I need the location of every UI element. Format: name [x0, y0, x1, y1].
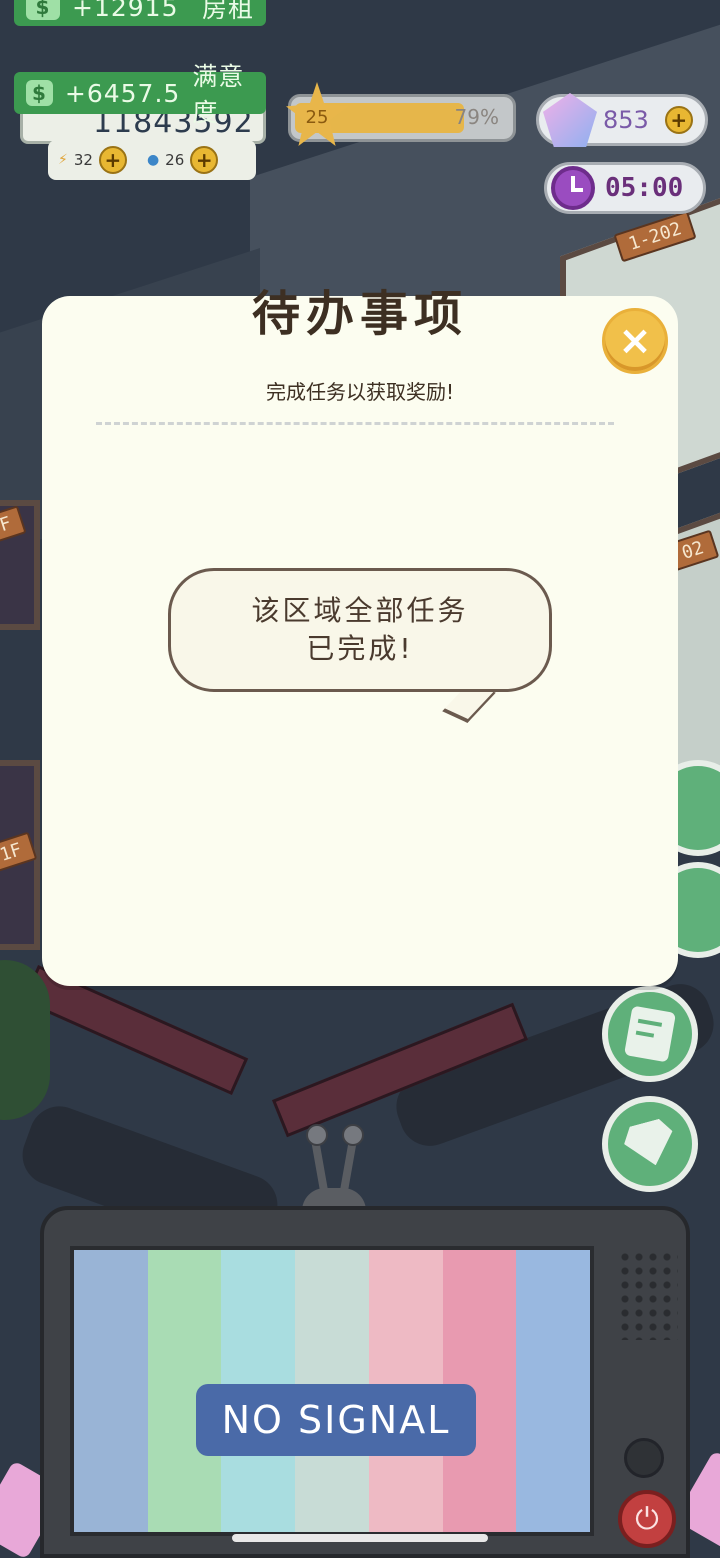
bubble-text-line1: 该区域全部任务 [251, 594, 469, 627]
antenna-tip [342, 1124, 364, 1146]
tv-color-stripe [516, 1250, 590, 1532]
add-gems-button[interactable]: + [664, 106, 693, 134]
close-button[interactable]: × [602, 308, 668, 374]
tv-speaker-grille [618, 1250, 678, 1340]
money-icon: $ [26, 0, 60, 20]
timer-panel[interactable]: 05:00 [544, 162, 706, 214]
energy-icon: ⚡ [58, 152, 68, 168]
rent-income-chip: $ +12915 房租 [14, 0, 266, 26]
clock-icon [551, 166, 595, 210]
gem-panel: 853 + [536, 93, 708, 147]
tv-color-stripe [74, 1250, 148, 1532]
diamond-icon [620, 1116, 680, 1171]
power-icon[interactable]: ⏻ [618, 1490, 676, 1548]
tree [0, 960, 50, 1120]
gem-value: 853 [603, 106, 649, 134]
resource-row: ⚡ 32 + ● 26 + [48, 140, 256, 180]
satisfaction-income-chip: $ +6457.5 满意度 [14, 62, 266, 127]
todo-modal: 待办事项 × 完成任务以获取奖励! 该区域全部任务 已完成! [42, 286, 678, 986]
rent-value: +12915 [72, 0, 179, 22]
energy-value: 32 [73, 151, 93, 169]
modal-subtitle: 完成任务以获取奖励! [265, 380, 455, 404]
modal-title: 待办事项 [251, 286, 468, 342]
water-value: 26 [165, 151, 185, 169]
add-energy-button[interactable]: + [98, 146, 127, 174]
no-signal-label: NO SIGNAL [196, 1384, 476, 1456]
water-drop-icon: ● [146, 152, 160, 168]
shop-button[interactable] [602, 1096, 698, 1192]
level-progress-label: 79% [454, 105, 499, 129]
home-indicator[interactable] [232, 1534, 488, 1542]
notes-icon [623, 1005, 677, 1063]
add-water-button[interactable]: + [190, 146, 219, 174]
money-icon: $ [26, 80, 53, 106]
level-number: 25 [305, 106, 329, 128]
divider [96, 422, 614, 425]
bubble-text-line2: 已完成! [306, 632, 414, 665]
close-icon: × [618, 318, 652, 364]
rent-label: 房租 [201, 0, 254, 23]
tv-knob[interactable] [624, 1438, 664, 1478]
todo-list-button[interactable] [602, 986, 698, 1082]
antenna-tip [306, 1124, 328, 1146]
tv[interactable]: NO SIGNAL ⏻ [40, 1206, 690, 1558]
satisfaction-label: 满意度 [192, 62, 245, 127]
gem-icon [543, 93, 597, 147]
timer-value: 05:00 [605, 173, 684, 203]
all-tasks-complete-bubble: 该区域全部任务 已完成! [168, 568, 552, 692]
satisfaction-value: +6457.5 [64, 78, 181, 108]
